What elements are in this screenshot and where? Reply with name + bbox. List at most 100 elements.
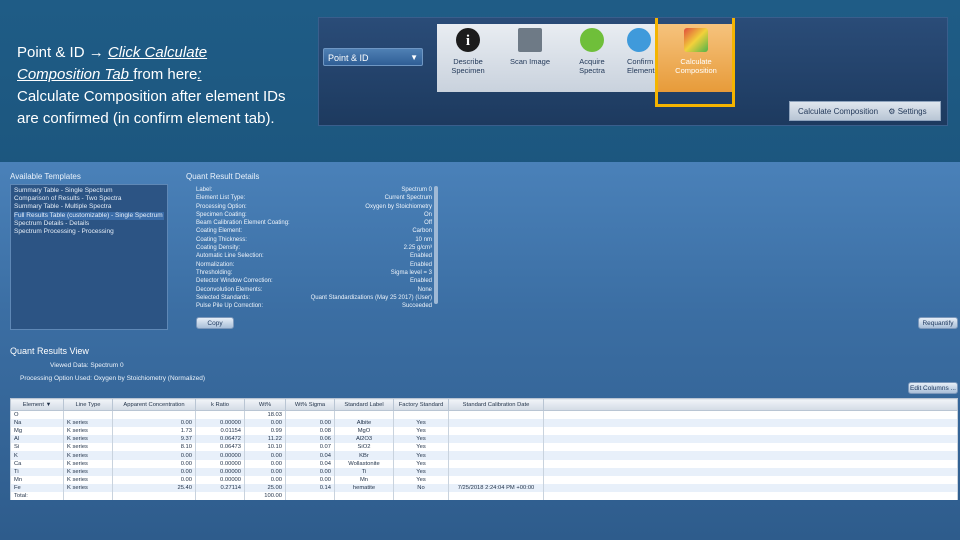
table-cell: Yes: [393, 467, 449, 476]
column-header[interactable]: Wt% Sigma: [285, 398, 335, 411]
table-cell-filler: [543, 491, 958, 501]
requantify-button[interactable]: Requantify: [918, 317, 958, 329]
table-cell: Yes: [393, 435, 449, 444]
detail-value: Succeeded: [401, 303, 432, 310]
table-row[interactable]: KK series 0.00 0.00000 0.00 0.04 KBr Yes: [10, 451, 958, 460]
processing-option-label: Processing Option Used:: [20, 375, 92, 382]
table-cell: 9.37: [112, 435, 196, 444]
table-cell-filler: [543, 435, 958, 444]
table-cell: 25.00: [244, 483, 286, 492]
list-item[interactable]: Summary Table - Single Spectrum: [14, 187, 164, 195]
step-describe-specimen[interactable]: i Describe Specimen: [437, 24, 499, 92]
list-item[interactable]: Spectrum Details - Details: [14, 220, 164, 228]
table-cell: Fe: [10, 483, 64, 492]
mode-dropdown[interactable]: Point & ID ▼: [323, 48, 423, 66]
table-row[interactable]: Na K series 0.00 0.00000 0.00 0.00 Albite Yes: [10, 419, 958, 428]
detail-value: Quant Standardizations (May 25 2017) (Us…: [310, 294, 432, 301]
table-cell-filler: [543, 427, 958, 436]
column-header[interactable]: Standard Label: [334, 398, 394, 411]
table-cell: K series: [63, 467, 113, 476]
column-header[interactable]: Element ▼: [10, 398, 64, 411]
table-cell: K series: [63, 435, 113, 444]
table-cell: [448, 427, 544, 436]
table-cell-filler: [543, 451, 958, 460]
details-scrollbar[interactable]: [434, 186, 438, 304]
table-row[interactable]: Ti K series 0.00 0.00000 0.00 0.00 Ti Yes: [10, 467, 958, 476]
mode-dropdown-value: Point & ID: [328, 53, 369, 63]
list-item[interactable]: Spectrum Processing - Processing: [14, 228, 164, 236]
table-cell: 0.00: [112, 419, 196, 428]
column-header[interactable]: Standard Calibration Date: [448, 398, 544, 411]
copy-button[interactable]: Copy: [196, 317, 234, 329]
column-header[interactable]: Line Type: [63, 398, 113, 411]
table-cell-filler: [543, 459, 958, 468]
processing-option: Processing Option Used: Oxygen by Stoich…: [20, 375, 205, 382]
table-row[interactable]: Fe K series 25.40 0.27114 25.00 0.14 hematite N…: [10, 483, 958, 492]
table-cell-filler: [543, 419, 958, 428]
table-cell: 0.00: [244, 419, 286, 428]
settings-button[interactable]: Settings: [898, 107, 927, 116]
table-cell: K series: [63, 419, 113, 428]
step-scan-image[interactable]: Scan Image: [499, 24, 561, 92]
detail-value: Enabled: [409, 261, 432, 268]
table-cell: K series: [63, 475, 113, 484]
table-cell: 0.00: [244, 475, 286, 484]
column-header[interactable]: Wt%: [244, 398, 286, 411]
table-cell: 0.00: [285, 475, 335, 484]
table-cell: 0.00: [285, 467, 335, 476]
table-row[interactable]: Ca K series 0.00 0.00000 0.00 0.04 Wollastonit…: [10, 459, 958, 468]
list-item[interactable]: Full Results Table (customizable) - Sing…: [14, 211, 164, 220]
table-row[interactable]: Al K series 9.37 0.06472 11.22 0.06 Al2O3 Yes: [10, 435, 958, 444]
detail-value: Current Spectrum: [384, 195, 432, 202]
table-cell: K series: [63, 427, 113, 436]
viewed-data-label: Viewed Data:: [50, 362, 89, 369]
table-cell: 100.00: [244, 491, 286, 501]
table-cell: 0.08: [285, 427, 335, 436]
table-row[interactable]: O 18.03: [10, 410, 958, 420]
table-cell: 0.01154: [195, 427, 245, 436]
detail-value: Enabled: [409, 278, 432, 285]
caption-prefix: Point & ID: [17, 44, 89, 61]
table-row[interactable]: Total: 100.00: [10, 491, 958, 501]
table-cell-filler: [543, 483, 958, 492]
table-cell: Wollastonite: [334, 459, 394, 468]
column-header[interactable]: Factory Standard: [393, 398, 449, 411]
processing-option-value: Oxygen by Stoichiometry (Normalized): [93, 375, 205, 382]
table-cell: 7/25/2018 2:24:04 PM +00:00: [448, 483, 544, 492]
detail-value: Spectrum 0: [401, 187, 432, 193]
table-cell: K series: [63, 483, 113, 492]
table-row[interactable]: Si K series 8.10 0.06473 10.10 0.07 SiO2 Yes: [10, 443, 958, 452]
detail-value: 10 nm: [415, 236, 432, 243]
table-cell: [448, 419, 544, 428]
list-item[interactable]: Summary Table - Multiple Spectra: [14, 203, 164, 211]
table-cell: [448, 491, 544, 501]
svg-text:i: i: [466, 33, 470, 49]
step-confirm-elements[interactable]: Confirm Elements: [623, 24, 658, 92]
table-cell: [448, 467, 544, 476]
table-cell: 11.22: [244, 435, 286, 444]
table-cell: [448, 451, 544, 460]
table-header-row: Element ▼ Line Type Apparent Concentration…: [10, 398, 958, 411]
table-cell: O: [10, 410, 64, 420]
detail-value: On: [423, 211, 432, 218]
column-header[interactable]: Apparent Concentration: [112, 398, 196, 411]
step-acquire-spectra[interactable]: Acquire Spectra: [561, 24, 623, 92]
table-cell: Ti: [10, 467, 64, 476]
table-row[interactable]: Mg K series 1.73 0.01154 0.99 0.08 MgO Yes: [10, 427, 958, 436]
caption-link-1: Click Calculate: [107, 44, 208, 61]
table-cell: 0.00: [112, 475, 196, 484]
calculate-composition-tab[interactable]: Calculate Composition: [798, 107, 878, 116]
list-item[interactable]: Comparison of Results - Two Spectra: [14, 195, 164, 203]
edit-columns-button[interactable]: Edit Columns ...: [908, 382, 958, 394]
acquire-spectra-icon: [580, 28, 604, 52]
gear-icon[interactable]: ⚙: [888, 107, 895, 116]
quant-results-view-title: Quant Results View: [10, 346, 89, 356]
table-cell: 0.99: [244, 427, 286, 436]
step-label: Describe Specimen: [451, 57, 485, 75]
table-cell: K series: [63, 443, 113, 452]
column-header[interactable]: k Ratio: [195, 398, 245, 411]
table-cell: Mg: [10, 427, 64, 436]
scan-image-icon: [518, 28, 542, 52]
calculate-composition-bar: Calculate Composition ⚙ Settings: [789, 101, 941, 121]
table-row[interactable]: Mn K series 0.00 0.00000 0.00 0.00 Mn Yes: [10, 475, 958, 484]
